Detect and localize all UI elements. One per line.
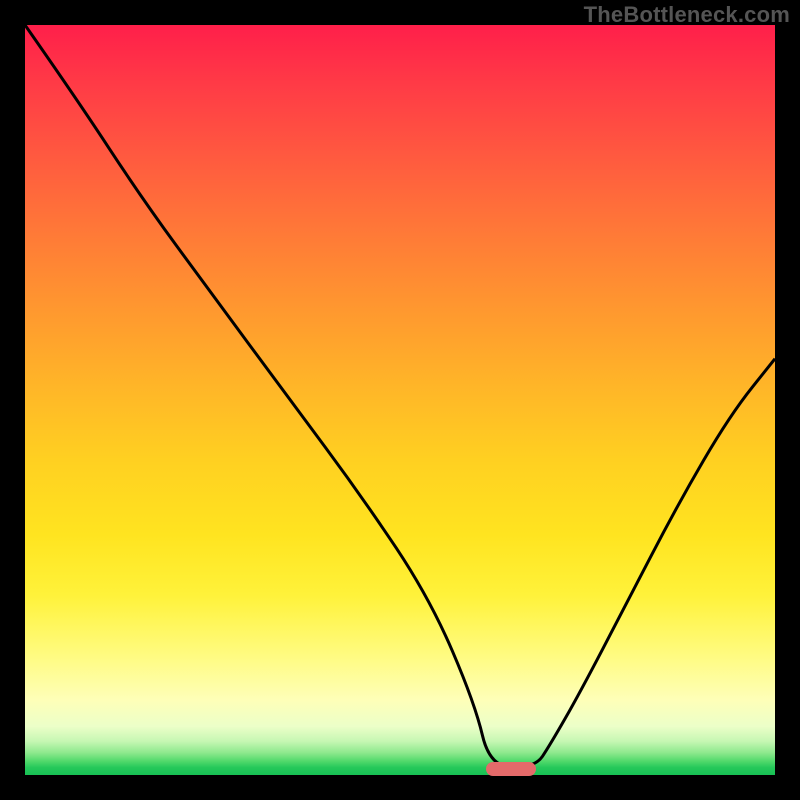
gradient-background: [25, 25, 775, 775]
optimal-marker: [486, 762, 536, 776]
watermark-text: TheBottleneck.com: [584, 2, 790, 28]
plot-area: [25, 25, 775, 775]
chart-frame: TheBottleneck.com: [0, 0, 800, 800]
